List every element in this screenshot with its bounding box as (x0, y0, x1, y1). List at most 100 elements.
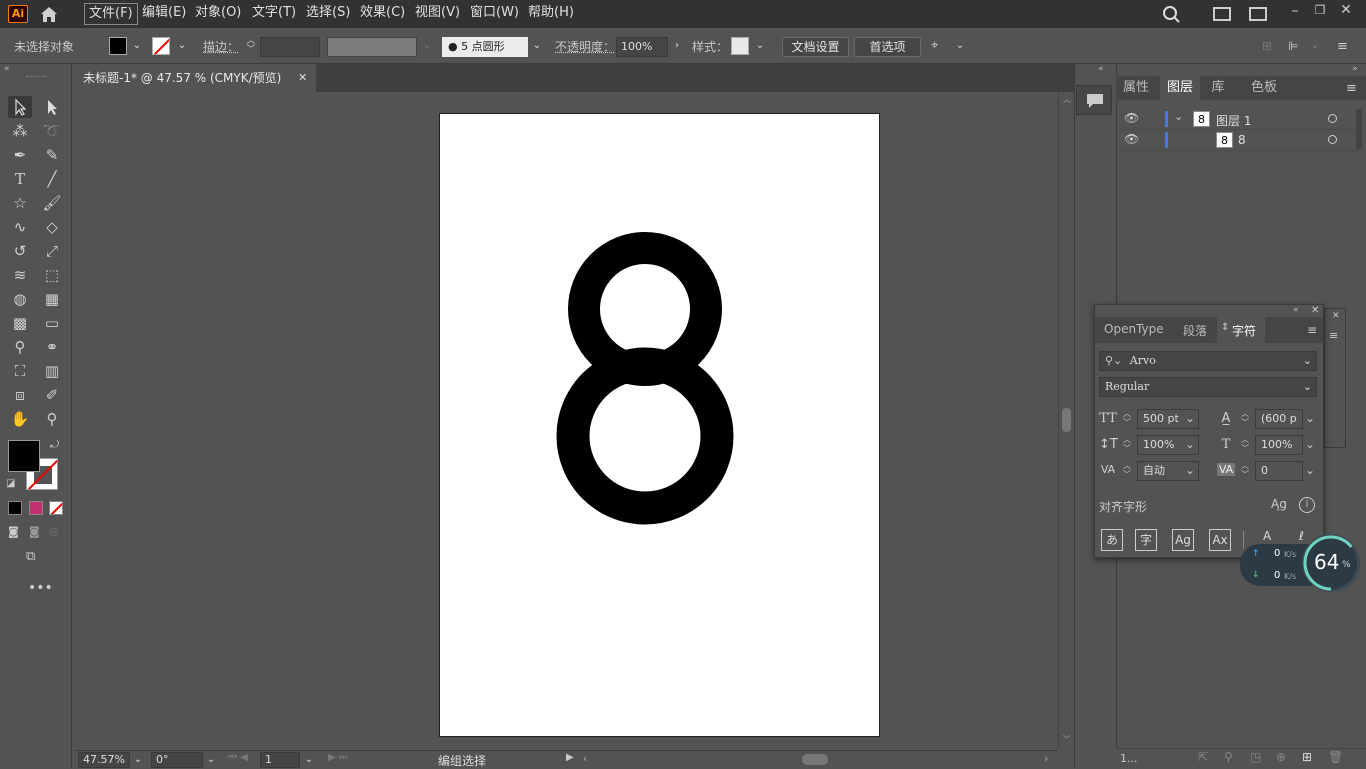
chevron-down-icon[interactable]: ⌄ (1305, 411, 1315, 425)
chevron-down-icon[interactable]: ⌄ (753, 39, 767, 53)
first-artboard-icon[interactable]: ⏮ ◀ (228, 752, 248, 763)
none-mode-icon[interactable] (49, 501, 63, 515)
line-tool-icon[interactable]: ╱ (40, 168, 64, 190)
font-size-stepper[interactable]: ︿ ﹀ (1123, 409, 1131, 427)
tab-paragraph[interactable]: 段落 (1183, 322, 1207, 339)
draw-normal-icon[interactable]: ◙ (8, 525, 22, 539)
panel-menu-icon[interactable]: ≡ (1346, 81, 1357, 96)
chevron-down-icon[interactable]: ⌄ (131, 753, 145, 767)
export-icon[interactable]: ⇱ (1198, 750, 1208, 764)
chevron-down-icon[interactable]: ⌄ (1185, 463, 1195, 477)
menu-object[interactable]: 对象(O) (191, 3, 245, 25)
chevron-down-icon[interactable]: ⌄ (1308, 39, 1322, 53)
tab-character[interactable]: ⇕ 字符 (1217, 317, 1265, 343)
hand-tool-icon[interactable]: ✋ (8, 408, 32, 430)
edit-toolbar-icon[interactable]: ••• (28, 580, 53, 596)
layer-name[interactable]: 图层 1 (1216, 112, 1251, 129)
font-family-field[interactable]: ⚲⌄ Arvo ⌄ (1099, 351, 1317, 371)
chevron-down-icon[interactable]: ⌄ (1303, 378, 1312, 396)
collapse-panel-icon[interactable]: « (4, 64, 10, 74)
stroke-swatch[interactable] (152, 37, 170, 55)
expand-dock-icon[interactable]: « (1098, 64, 1104, 74)
horizontal-scale-stepper[interactable]: ︿ ﹀ (1241, 435, 1249, 453)
gradient-mode-icon[interactable] (29, 501, 43, 515)
chevron-down-icon[interactable]: ⌄ (1303, 352, 1312, 370)
blend-tool-icon[interactable]: ⚭ (40, 336, 64, 358)
stroke-weight-input[interactable] (260, 37, 320, 57)
star-tool-icon[interactable]: ☆ (8, 192, 32, 214)
workspace-switcher-icon[interactable] (1213, 7, 1231, 21)
layers-scrollbar[interactable] (1356, 109, 1362, 149)
new-sublayer-icon[interactable]: ⊕ (1276, 750, 1286, 764)
variable-width-profile[interactable] (327, 37, 417, 57)
chevron-down-icon[interactable]: ⌄ (1185, 437, 1195, 451)
chevron-down-icon[interactable]: ⌄ (420, 39, 434, 53)
comments-icon[interactable] (1076, 85, 1112, 115)
chevron-down-icon[interactable]: ⌄ (302, 753, 316, 767)
stroke-weight-stepper[interactable]: ︿ ﹀ (245, 37, 257, 57)
horizontal-scroll-thumb[interactable] (802, 754, 828, 765)
home-icon[interactable] (38, 4, 60, 24)
gradient-tool-icon[interactable]: ▭ (40, 312, 64, 334)
layer-row[interactable]: 👁 8 8 (1120, 130, 1360, 151)
tab-libraries[interactable]: 库 (1204, 76, 1232, 100)
artboard-tool-icon[interactable]: ⧈ (8, 384, 32, 406)
chevron-down-icon[interactable]: ⌄ (530, 39, 544, 53)
chevron-down-icon[interactable]: ⌄ (1185, 411, 1195, 425)
scale-tool-icon[interactable]: ⤢ (40, 240, 64, 262)
vertical-scale-stepper[interactable]: ︿ ﹀ (1123, 435, 1131, 453)
shape-builder-tool-icon[interactable]: ◍ (8, 288, 32, 310)
free-transform-tool-icon[interactable]: ⬚ (40, 264, 64, 286)
tracking-stepper[interactable]: ︿ ﹀ (1241, 461, 1249, 479)
transform-icon[interactable]: ⊫ (1288, 39, 1302, 53)
perspective-grid-tool-icon[interactable]: ▦ (40, 288, 64, 310)
vertical-scrollbar[interactable]: ︿ ﹀ (1058, 92, 1074, 748)
search-icon[interactable] (1162, 5, 1182, 23)
arrange-documents-icon[interactable] (1249, 7, 1267, 21)
panel-menu-icon[interactable]: ≡ (1329, 329, 1338, 342)
info-icon[interactable]: i (1299, 497, 1315, 513)
collapse-panel-icon[interactable]: « (1293, 305, 1299, 315)
layer-name[interactable]: 8 (1238, 133, 1246, 147)
opacity-input[interactable]: 100% (616, 37, 668, 57)
menu-edit[interactable]: 编辑(E) (138, 3, 190, 25)
direct-selection-tool-icon[interactable] (40, 96, 64, 118)
rotate-tool-icon[interactable]: ↺ (8, 240, 32, 262)
clipping-mask-icon[interactable]: ◳ (1250, 750, 1261, 764)
shaper-tool-icon[interactable]: ∿ (8, 216, 32, 238)
selection-tool-icon[interactable] (8, 96, 32, 118)
menu-select[interactable]: 选择(S) (302, 3, 354, 25)
lasso-tool-icon[interactable]: ➰ (40, 120, 64, 142)
fill-color-swatch[interactable] (8, 440, 40, 472)
minimize-icon[interactable]: – (1288, 3, 1302, 23)
type-tool-icon[interactable]: T (8, 168, 32, 190)
leading-stepper[interactable]: ︿ ﹀ (1241, 409, 1249, 427)
new-layer-icon[interactable]: ⊞ (1302, 750, 1312, 764)
artboard[interactable] (439, 113, 880, 737)
chevron-down-icon[interactable]: ⌄ (953, 39, 967, 53)
target-circle-icon[interactable] (1328, 114, 1337, 123)
glyph-eight-artwork[interactable] (440, 114, 881, 738)
quick-actions-icon[interactable]: ⌖ (931, 38, 949, 56)
leading-input[interactable]: (600 p (1255, 409, 1303, 429)
layer-row[interactable]: 👁 ⌄ 8 图层 1 (1120, 109, 1360, 130)
chevron-down-icon[interactable]: ⌄ (130, 39, 144, 53)
scroll-right-icon[interactable]: › (1044, 752, 1048, 765)
align-icon[interactable]: ⊞ (1262, 39, 1276, 53)
symbol-sprayer-tool-icon[interactable]: ⛶ (8, 360, 32, 382)
chevron-down-icon[interactable]: ⌄ (175, 39, 189, 53)
glyph-options-icon[interactable]: Ąg (1271, 497, 1287, 511)
eraser-tool-icon[interactable]: ◇ (40, 216, 64, 238)
delete-layer-icon[interactable]: 🗑 (1328, 750, 1343, 764)
scroll-left-icon[interactable]: ‹ (583, 752, 587, 765)
warp-tool-icon[interactable]: ≋ (8, 264, 32, 286)
swap-colors-icon[interactable]: ⤾ (50, 438, 59, 452)
tab-swatches[interactable]: 色板 (1244, 76, 1284, 100)
screen-mode-icon[interactable]: ⧉ (26, 549, 48, 565)
ideographic-box-button[interactable]: 字 (1135, 529, 1157, 551)
menu-window[interactable]: 窗口(W) (466, 3, 523, 25)
mesh-tool-icon[interactable]: ▩ (8, 312, 32, 334)
draw-inside-icon[interactable]: ◎ (49, 525, 63, 539)
close-window-icon[interactable]: ✕ (1338, 2, 1354, 22)
locate-object-icon[interactable]: ⚲ (1224, 750, 1233, 764)
